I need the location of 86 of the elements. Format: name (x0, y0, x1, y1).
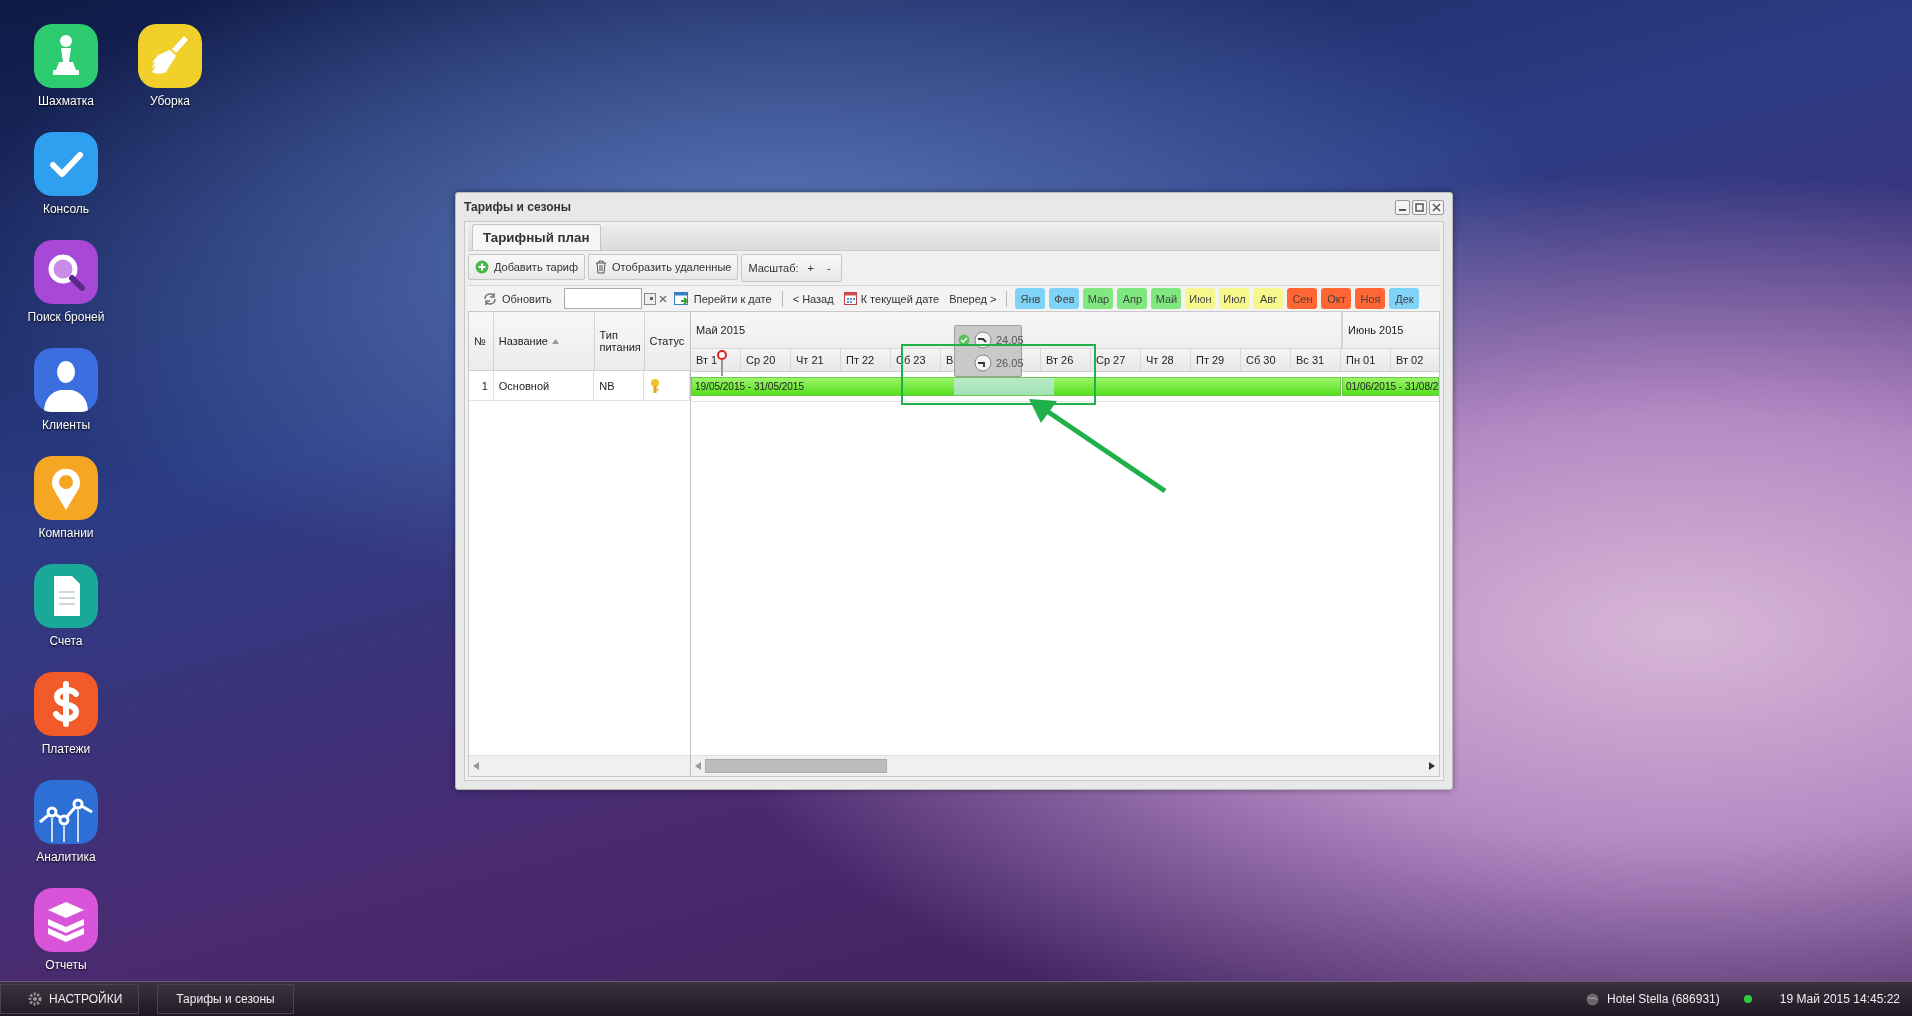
taskbar-item[interactable]: Тарифы и сезоны (157, 984, 294, 1014)
app-label[interactable]: Отчеты (45, 958, 87, 972)
column-header[interactable]: Название (493, 312, 595, 370)
month-button[interactable]: Дек (1389, 288, 1420, 309)
day-header: Пн 01 (1341, 349, 1391, 371)
day-header: Пт 29 (1191, 349, 1241, 371)
column-header[interactable]: № (469, 312, 494, 370)
month-button[interactable]: Янв (1015, 288, 1046, 309)
zoom-in-button[interactable]: + (803, 258, 818, 278)
maximize-icon[interactable] (1412, 199, 1427, 215)
go-to-date-button[interactable]: Перейти к дате (669, 288, 776, 309)
zoom-out-button[interactable]: - (823, 258, 835, 278)
tab[interactable]: Тарифный план (472, 224, 601, 250)
month-button[interactable]: Апр (1117, 288, 1148, 309)
day-header: В (946, 354, 954, 366)
app-label[interactable]: Счета (49, 634, 83, 648)
app-label[interactable]: Консоль (42, 202, 90, 216)
table-cell: 1 (469, 371, 494, 400)
check-icon (958, 333, 970, 346)
clock-text: 19 Май 2015 14:45:22 (1779, 992, 1900, 1006)
table-cell: Основной (493, 371, 595, 400)
refresh-icon (482, 291, 498, 306)
refresh-button[interactable]: Обновить (478, 288, 556, 309)
app-label[interactable]: Клиенты (41, 418, 91, 432)
add-tariff-button[interactable]: Добавить тариф (468, 254, 585, 280)
plus-icon (475, 260, 489, 274)
calendar-icon[interactable] (643, 292, 656, 305)
month-button[interactable]: Фев (1049, 288, 1080, 309)
gear-icon (27, 991, 43, 1007)
start-date: 24.05 (996, 333, 1024, 346)
chart-app-icon[interactable] (34, 780, 98, 844)
day-header: Пт 22 (841, 349, 891, 371)
day-header: Вт 26 (1041, 349, 1091, 371)
person-app-icon[interactable] (34, 348, 98, 412)
day-header: Ср 20 (741, 349, 791, 371)
scale-label: Масштаб: (748, 262, 799, 274)
calendar-icon (843, 292, 857, 305)
month-button[interactable]: Авг (1253, 288, 1284, 309)
app-label[interactable]: Аналитика (36, 850, 96, 864)
document-app-icon[interactable] (34, 564, 98, 628)
app-label[interactable]: Уборка (150, 94, 190, 108)
table-cell: NB (594, 371, 644, 400)
check-app-icon[interactable] (34, 132, 98, 196)
day-header: Чт 28 (1141, 349, 1191, 371)
app-label[interactable]: Шахматка (38, 94, 94, 108)
season-bar[interactable]: 01/06/2015 - 31/08/2 (1342, 377, 1439, 396)
month-button[interactable]: Май (1151, 288, 1182, 309)
settings-button[interactable]: НАСТРОЙКИ (0, 984, 140, 1014)
back-button[interactable]: < Назад (788, 288, 838, 309)
app-label[interactable]: Поиск броней (27, 310, 105, 324)
globe-icon (1586, 992, 1599, 1006)
scroll-right-icon[interactable] (1429, 762, 1435, 770)
scrollbar-thumb[interactable] (705, 759, 887, 773)
clock-icon (974, 330, 992, 349)
season-bar[interactable]: 19/05/2015 - 31/05/2015 (691, 377, 1341, 396)
hotel-name: Hotel Stella (686931) (1607, 992, 1720, 1006)
end-date: 26.05 (996, 356, 1024, 369)
day-header: Ср 27 (1091, 349, 1141, 371)
show-deleted-button[interactable]: Отобразить удаленные (588, 254, 739, 280)
column-header[interactable]: Статус (644, 312, 690, 370)
broom-app-icon[interactable] (138, 24, 202, 88)
clear-icon[interactable] (657, 293, 668, 304)
trash-icon (595, 260, 607, 274)
month-button[interactable]: Мар (1083, 288, 1114, 309)
app-label[interactable]: Платежи (41, 742, 91, 756)
close-icon[interactable] (1429, 199, 1444, 215)
column-header[interactable]: Тип питания (594, 312, 645, 370)
month-button[interactable]: Июн (1185, 288, 1216, 309)
search-app-icon[interactable] (34, 240, 98, 304)
minimize-icon[interactable] (1395, 199, 1410, 215)
day-header: Чт 21 (791, 349, 841, 371)
date-field[interactable] (563, 288, 642, 309)
day-header: Сб 30 (1241, 349, 1291, 371)
today-button[interactable]: К текущей дате (839, 288, 944, 309)
pin-app-icon[interactable] (34, 456, 98, 520)
clock-icon (974, 353, 992, 372)
forward-button[interactable]: Вперед > (945, 288, 1001, 309)
books-app-icon[interactable] (34, 888, 98, 952)
app-label[interactable]: Компании (38, 526, 94, 540)
today-marker (717, 350, 727, 376)
day-header: Вт 02 (1391, 349, 1439, 371)
pawn-app-icon[interactable] (34, 24, 98, 88)
window-title: Тарифы и сезоны (464, 200, 572, 214)
month-button[interactable]: Июл (1219, 288, 1250, 309)
day-header: Вс 31 (1291, 349, 1341, 371)
dollar-app-icon[interactable] (34, 672, 98, 736)
